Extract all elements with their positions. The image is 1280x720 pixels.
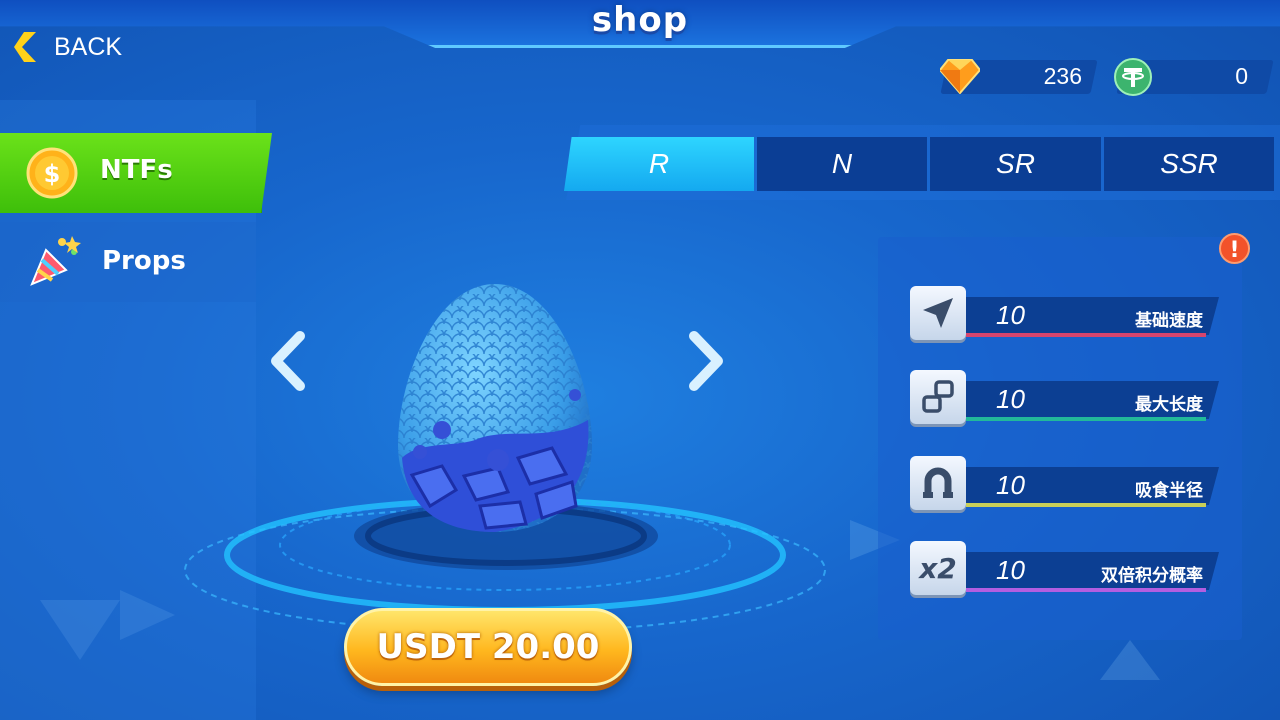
sidebar-item-label: NTFs <box>100 155 173 185</box>
stat-value: 10 <box>996 470 1025 500</box>
back-label: BACK <box>54 32 123 61</box>
sidebar-item-ntfs[interactable]: $ NTFs <box>0 133 272 213</box>
next-item-button[interactable] <box>684 330 728 392</box>
stat-label: 最大长度 <box>1135 395 1203 415</box>
stat-magnet-icon-tile <box>910 456 966 510</box>
stat-x2-icon-tile: x2 <box>910 541 966 595</box>
length-blocks-icon <box>922 380 954 413</box>
tab-r[interactable]: R <box>564 137 754 191</box>
coin-icon: $ <box>26 147 78 199</box>
page-title: shop <box>591 0 689 40</box>
stat-value: 10 <box>996 300 1025 330</box>
diamond-icon <box>940 59 980 94</box>
buy-button[interactable]: USDT 20.00 <box>344 608 632 686</box>
party-popper-icon <box>30 236 81 286</box>
chevron-right-icon <box>689 331 723 391</box>
magnet-icon <box>923 467 953 498</box>
egg-display <box>184 284 826 633</box>
tab-ssr[interactable]: SSR <box>1104 137 1274 191</box>
stat-value: 10 <box>996 555 1025 585</box>
stat-underline <box>966 503 1206 507</box>
alert-icon[interactable]: ! <box>1219 233 1250 264</box>
stat-label: 基础速度 <box>1135 311 1203 331</box>
usdt-count: 0 <box>1235 63 1248 89</box>
tab-label: SSR <box>1160 148 1218 179</box>
gem-count: 236 <box>1043 63 1082 89</box>
x2-icon: x2 <box>919 551 957 585</box>
sidebar-item-label: Props <box>102 246 186 276</box>
stat-length-icon-tile <box>910 370 966 424</box>
tab-label: N <box>831 148 853 179</box>
previous-item-button[interactable] <box>266 330 310 392</box>
tab-n[interactable]: N <box>757 137 927 191</box>
chevron-left-icon <box>271 331 305 391</box>
tab-label: R <box>648 148 670 179</box>
svg-text:$: $ <box>44 160 61 188</box>
stat-value: 10 <box>996 384 1025 414</box>
chevron-left-icon <box>14 32 36 62</box>
speed-arrow-icon <box>923 298 953 328</box>
background-triangle <box>1100 640 1160 680</box>
back-button[interactable]: BACK <box>14 32 122 62</box>
tab-label: SR <box>996 148 1035 179</box>
stat-label: 吸食半径 <box>1135 481 1203 501</box>
stat-underline <box>966 588 1206 592</box>
price-label: USDT 20.00 <box>376 627 600 667</box>
stat-underline <box>966 333 1206 337</box>
stat-underline <box>966 417 1206 421</box>
stat-speed-icon-tile <box>910 286 966 340</box>
stat-label: 双倍积分概率 <box>1101 566 1203 586</box>
tether-icon <box>1114 58 1152 96</box>
tab-sr[interactable]: SR <box>930 137 1101 191</box>
